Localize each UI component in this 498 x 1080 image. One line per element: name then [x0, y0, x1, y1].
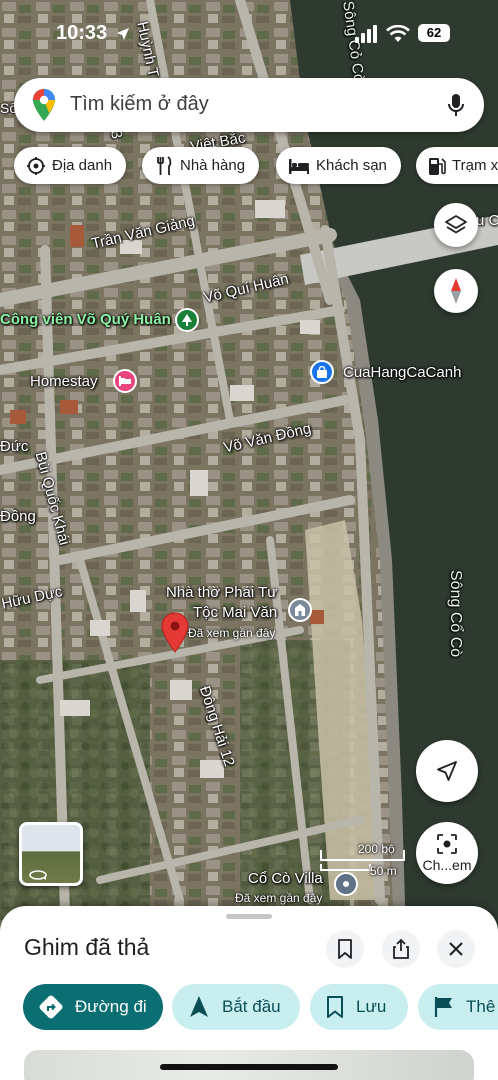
layers-button[interactable]	[434, 203, 478, 247]
chip-gas-stations[interactable]: Trạm x	[416, 147, 498, 184]
dropped-pin[interactable]	[161, 612, 189, 659]
directions-button[interactable]: Đường đi	[23, 984, 163, 1030]
start-label: Bắt đầu	[222, 997, 281, 1016]
villa-label: Cổ Cò Villa	[248, 870, 323, 887]
chip-landmarks-label: Địa danh	[52, 157, 113, 174]
search-placeholder: Tìm kiếm ở đây	[70, 93, 209, 115]
microphone-icon[interactable]	[448, 93, 464, 117]
chip-landmarks[interactable]: Địa danh	[14, 147, 127, 184]
sheet-title: Ghim đã thả	[24, 934, 150, 960]
cellular-signal-icon	[355, 25, 377, 43]
add-label-button[interactable]: Thê	[418, 984, 498, 1030]
flag-icon	[434, 997, 452, 1017]
close-icon	[449, 942, 463, 956]
park-icon	[175, 308, 199, 332]
search-bar[interactable]: Tìm kiếm ở đây	[14, 78, 484, 132]
camera-lens-icon	[437, 834, 457, 854]
rotate-360-icon	[29, 870, 47, 880]
location-arrow-icon	[117, 28, 129, 40]
shopping-bag-icon	[310, 360, 334, 384]
chip-hotels[interactable]: Khách sạn	[276, 147, 401, 184]
landmark-icon	[27, 156, 45, 175]
street-label-right-edge: u C	[476, 212, 498, 229]
street-view-thumbnail[interactable]	[19, 822, 83, 886]
bed-icon	[113, 369, 137, 393]
river-label-right: Sông Cổ Cò	[447, 570, 464, 658]
restaurant-icon	[157, 155, 172, 175]
google-maps-logo-icon	[33, 89, 55, 121]
status-bar: 10:33 62	[0, 0, 498, 62]
lens-button-label: Ch...em	[422, 857, 472, 873]
sheet-drag-handle[interactable]	[226, 914, 272, 919]
add-label-label: Thê	[466, 997, 496, 1016]
compass-icon	[451, 278, 461, 304]
scale-bar: 200 bộ 50 m	[320, 842, 406, 882]
bottom-sheet[interactable]: Ghim đã thả Đường đi Bắt đầu Lưu Thê	[0, 906, 498, 1080]
directions-label: Đường đi	[75, 997, 147, 1016]
scale-feet: 200 bộ	[358, 842, 395, 856]
chip-restaurants[interactable]: Nhà hàng	[142, 147, 260, 184]
red-pin-icon	[161, 612, 189, 653]
church-label-line2: Tộc Mai Văn	[193, 604, 278, 621]
chip-restaurants-label: Nhà hàng	[180, 157, 246, 174]
share-icon	[393, 939, 409, 959]
directions-icon	[39, 995, 63, 1019]
close-button[interactable]	[437, 930, 475, 968]
street-label-duc: Đức	[0, 438, 29, 455]
navigate-arrow-icon	[190, 996, 208, 1017]
wifi-icon	[386, 25, 410, 42]
church-sublabel: Đã xem gần đây	[188, 626, 276, 640]
clock: 10:33	[56, 22, 108, 44]
home-indicator[interactable]	[160, 1064, 338, 1070]
chip-gas-stations-label: Trạm x	[452, 157, 498, 174]
shop-label: CuaHangCaCanh	[343, 364, 462, 381]
save-icon-button[interactable]	[326, 930, 364, 968]
save-label: Lưu	[356, 997, 387, 1016]
villa-sublabel: Đã xem gần đây	[235, 891, 323, 905]
lens-button[interactable]: Ch...em	[416, 822, 478, 884]
bookmark-icon	[327, 996, 343, 1018]
church-icon	[288, 598, 312, 622]
homestay-label: Homestay	[30, 373, 98, 390]
park-label: Công viên Võ Quý Huân	[0, 311, 171, 328]
chip-hotels-label: Khách sạn	[316, 157, 387, 174]
gas-station-icon	[429, 157, 446, 175]
scale-meters: 50 m	[370, 864, 397, 878]
street-label-dong: Đồng	[0, 508, 36, 525]
navigation-arrow-icon	[437, 761, 457, 781]
battery-level: 62	[418, 24, 450, 42]
church-label-line1: Nhà thờ Phái Tư	[166, 584, 278, 601]
bookmark-icon	[338, 939, 352, 959]
hotel-icon	[289, 158, 309, 174]
compass-button[interactable]	[434, 269, 478, 313]
my-location-button[interactable]	[416, 740, 478, 802]
share-button[interactable]	[382, 930, 420, 968]
layers-icon	[445, 215, 467, 234]
start-button[interactable]: Bắt đầu	[172, 984, 300, 1030]
save-button[interactable]: Lưu	[310, 984, 408, 1030]
